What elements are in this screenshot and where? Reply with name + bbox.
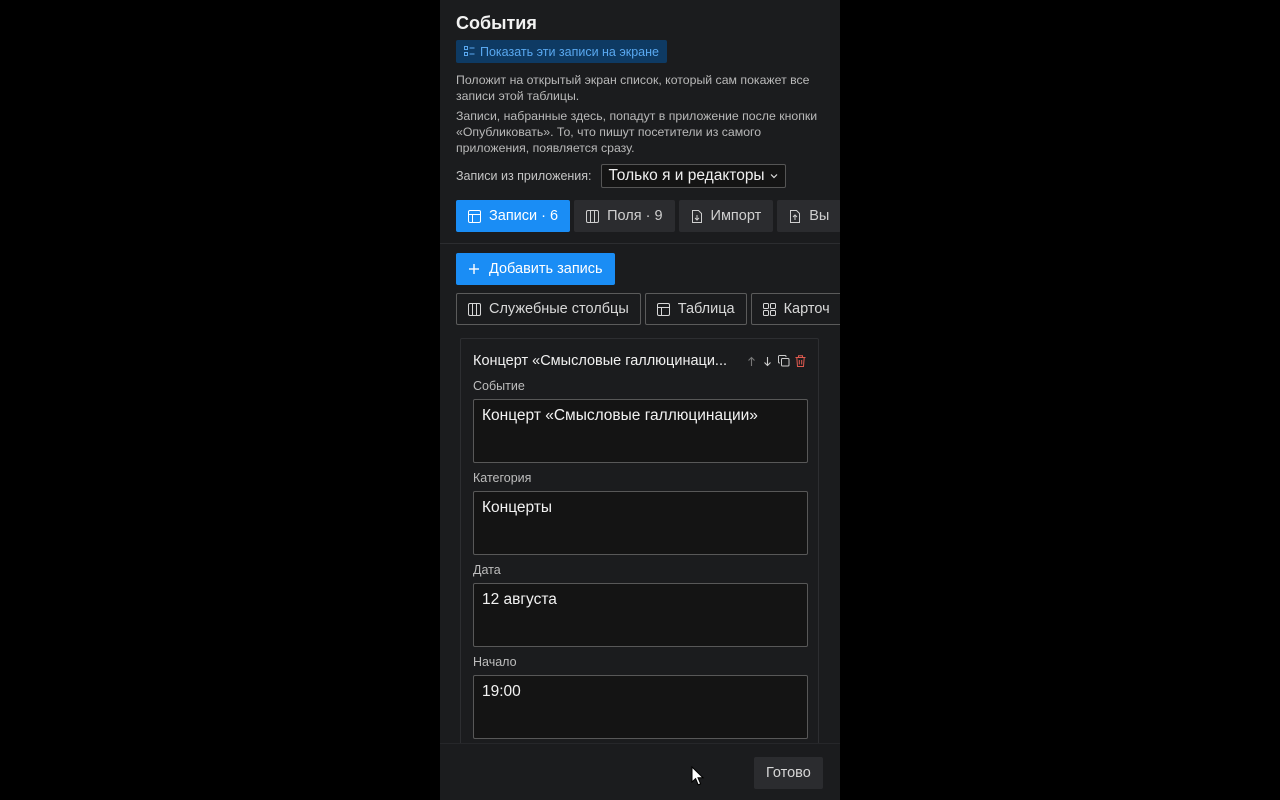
show-on-screen-label: Показать эти записи на экране <box>480 44 659 59</box>
copy-icon[interactable] <box>778 355 790 367</box>
service-columns-button[interactable]: Служебные столбцы <box>456 293 641 325</box>
divider <box>440 243 840 244</box>
field-label-start: Начало <box>473 655 517 669</box>
description-screen: Положит на открытый экран список, которы… <box>456 73 810 103</box>
record-card-header: Концерт «Смысловые галлюцинаци... <box>473 353 809 369</box>
add-record-label: Добавить запись <box>489 261 603 277</box>
field-label-event: Событие <box>473 379 525 393</box>
add-record-button[interactable]: Добавить запись <box>456 253 615 285</box>
table-view-label: Таблица <box>677 301 735 317</box>
field-input-date[interactable]: 12 августа <box>473 583 808 647</box>
table-view-button[interactable]: Таблица <box>644 293 747 325</box>
app-records-label: Записи из приложения: <box>456 169 592 183</box>
record-card: Концерт «Смысловые галлюцинаци... Событи… <box>460 338 819 758</box>
chevron-down-icon <box>769 171 779 181</box>
tab-export[interactable]: Вы <box>777 200 840 232</box>
field-input-category[interactable]: Концерты <box>473 491 808 555</box>
arrow-up-icon[interactable] <box>746 356 757 367</box>
columns-icon <box>586 209 600 223</box>
file-export-icon <box>789 209 801 223</box>
app-records-select[interactable]: Только я и редакторы <box>600 164 786 188</box>
tab-import-label: Импорт <box>710 208 762 224</box>
app-records-setting: Записи из приложения: Только я и редакто… <box>456 164 786 188</box>
description-publish: Записи, набранные здесь, попадут в прило… <box>456 109 818 155</box>
field-input-start[interactable]: 19:00 <box>473 675 808 739</box>
mouse-cursor-icon <box>691 766 705 787</box>
columns-icon <box>468 302 481 316</box>
table-icon <box>468 209 481 223</box>
tab-records-label: Записи · 6 <box>489 208 559 224</box>
panel-footer: Готово <box>440 743 840 800</box>
done-button[interactable]: Готово <box>754 757 823 789</box>
field-input-event[interactable]: Концерт «Смысловые галлюцинации» <box>473 399 808 463</box>
tab-import[interactable]: Импорт <box>678 200 774 232</box>
arrow-down-icon[interactable] <box>762 356 773 367</box>
panel-title: События <box>456 13 537 33</box>
cards-view-label: Карточ <box>783 301 830 317</box>
app-records-value: Только я и редакторы <box>608 167 765 184</box>
records-panel: События Показать эти записи на экране По… <box>440 0 840 800</box>
list-icon <box>464 46 475 57</box>
cards-view-button[interactable]: Карточ <box>750 293 840 325</box>
plus-icon <box>468 263 480 275</box>
tab-fields[interactable]: Поля · 9 <box>574 200 675 232</box>
tab-records[interactable]: Записи · 6 <box>456 200 571 232</box>
record-card-title: Концерт «Смысловые галлюцинаци... <box>473 353 728 369</box>
field-label-category: Категория <box>473 471 532 485</box>
show-on-screen-button[interactable]: Показать эти записи на экране <box>456 40 667 63</box>
tab-export-label: Вы <box>809 208 830 224</box>
grid-icon <box>762 302 776 316</box>
table-icon <box>656 302 670 316</box>
tab-fields-label: Поля · 9 <box>607 208 663 224</box>
service-columns-label: Служебные столбцы <box>489 301 629 317</box>
record-card-actions <box>746 355 806 367</box>
field-label-date: Дата <box>473 563 501 577</box>
view-switcher: Служебные столбцы Таблица Карточ <box>456 293 840 325</box>
file-import-icon <box>691 209 703 223</box>
trash-icon[interactable] <box>795 355 806 367</box>
panel-tabs: Записи · 6 Поля · 9 Импорт Вы <box>456 200 840 232</box>
